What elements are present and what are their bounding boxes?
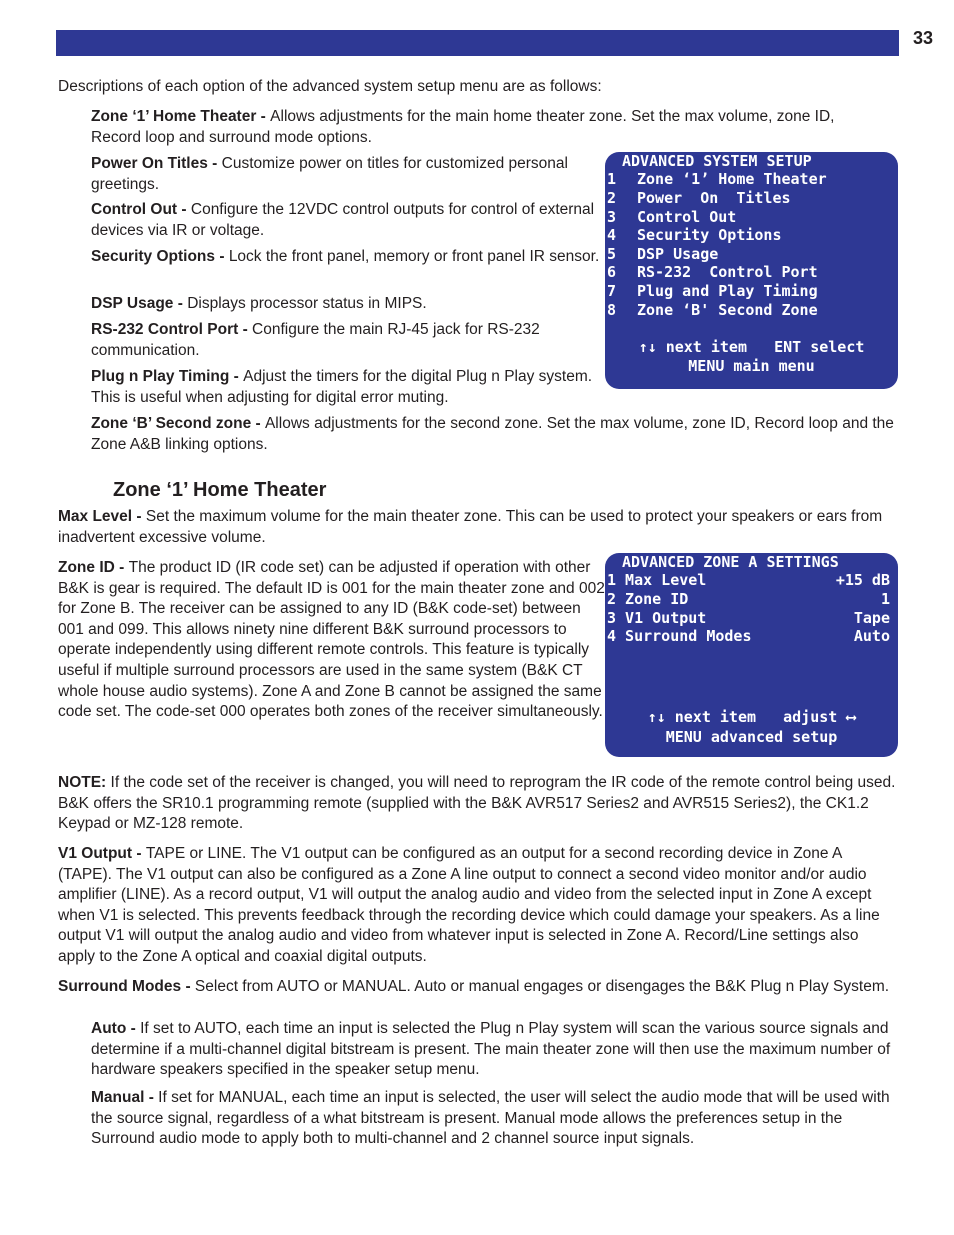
option-term: Control Out - [91,201,191,218]
osd-setting-row: 1 Max Level +15 dB [607,571,890,589]
intro-text: Descriptions of each option of the advan… [58,78,602,95]
option-plug-n-play: Plug n Play Timing - Adjust the timers f… [91,367,596,408]
option-term: Plug n Play Timing - [91,368,244,385]
option-term: RS-232 Control Port - [91,321,253,338]
advanced-system-setup-screen: ADVANCED SYSTEM SETUP 1 Zone ‘1’ Home The… [605,152,898,389]
osd-menu-item: 3 Control Out [607,208,737,226]
osd-menu-item: 5 DSP Usage [607,245,719,263]
v1-output-text: V1 Output - TAPE or LINE. The V1 output … [58,845,880,965]
osd-menu-item: 4 Security Options [607,226,782,244]
option-control-out: Control Out - Configure the 12VDC contro… [91,200,596,241]
note-text: NOTE: If the code set of the receiver is… [58,774,896,833]
osd-menu-item: 6 RS-232 Control Port [607,263,818,281]
osd-footer-menu: MENU main menu [688,357,815,375]
option-desc: Lock the front panel, memory or front pa… [228,248,600,265]
option-desc: Displays processor status in MIPS. [187,295,427,312]
osd-setting-row: 4 Surround Modes Auto [607,627,890,645]
osd-title: ADVANCED ZONE A SETTINGS [622,553,839,571]
surround-modes-text: Surround Modes - Select from AUTO or MAN… [58,978,890,995]
osd-footer-nav: ↑↓ next item ENT select [638,338,865,356]
osd-footer-menu: MENU advanced setup [665,728,838,746]
option-term: Zone ‘B’ Second zone - [91,415,265,432]
option-zone-1: Zone ‘1’ Home Theater - Allows adjustmen… [91,107,881,148]
page-number: 33 [913,28,934,48]
header-bar [56,30,899,56]
option-zone-b: Zone ‘B’ Second zone - Allows adjustment… [91,414,901,455]
option-rs232: RS-232 Control Port - Configure the main… [91,320,599,361]
osd-menu-item: 1 Zone ‘1’ Home Theater [607,170,827,188]
section-title: Zone ‘1’ Home Theater [113,479,327,501]
osd-title: ADVANCED SYSTEM SETUP [622,152,812,170]
option-term: Zone ‘1’ Home Theater - [91,108,271,125]
osd-setting-row: 3 V1 Output Tape [607,609,890,627]
osd-menu-item: 7 Plug and Play Timing [607,282,818,300]
manual-mode-text: Manual - If set for MANUAL, each time an… [91,1089,890,1148]
auto-mode-text: Auto - If set to AUTO, each time an inpu… [91,1020,891,1079]
option-term: Power On Titles - [91,155,222,172]
osd-setting-row: 2 Zone ID 1 [607,590,890,608]
option-power-on-titles: Power On Titles - Customize power on tit… [91,154,571,195]
option-term: Security Options - [91,248,229,265]
max-level-text: Max Level - Set the maximum volume for t… [58,508,883,546]
option-security-options: Security Options - Lock the front panel,… [91,247,603,268]
osd-footer-nav: ↑↓ next item adjust ⟷ [647,708,856,726]
zone-id-text: Zone ID - The product ID (IR code set) c… [58,559,605,721]
option-dsp-usage: DSP Usage - Displays processor status in… [91,294,596,315]
advanced-zone-a-settings-screen: ADVANCED ZONE A SETTINGS 1 Max Level +15 … [605,553,898,757]
option-term: DSP Usage - [91,295,188,312]
osd-menu-item: 2 Power On Titles [607,189,791,207]
osd-menu-item: 8 Zone ‘B' Second Zone [607,301,818,319]
